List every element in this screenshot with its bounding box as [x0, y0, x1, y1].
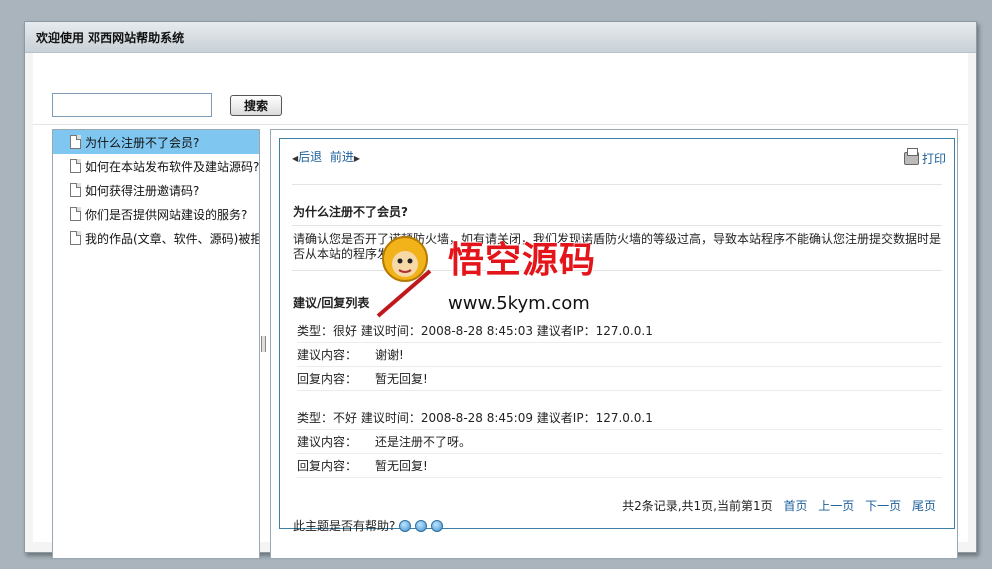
reply-response: 回复内容： 暂无回复!: [297, 454, 942, 478]
reply-meta: 类型：不好 建议时间：2008-8-28 8:45:09 建议者IP：127.0…: [297, 406, 942, 430]
panel-splitter-handle[interactable]: [261, 336, 266, 352]
forward-link[interactable]: 前进: [330, 150, 354, 164]
feedback-question: 此主题是否有帮助?: [293, 519, 396, 533]
topic-label: 如何获得注册邀请码?: [85, 183, 200, 198]
topic-item[interactable]: 如何在本站发布软件及建站源码?: [53, 154, 259, 178]
topic-label: 你们是否提供网站建设的服务?: [85, 207, 248, 222]
happy-face-icon[interactable]: [431, 519, 444, 532]
search-button[interactable]: 搜索: [230, 95, 282, 116]
suggestion-text: 谢谢!: [375, 348, 404, 362]
reply-suggestion: 建议内容： 谢谢!: [297, 343, 942, 367]
document-icon: [70, 207, 81, 221]
print-button[interactable]: 打印: [903, 148, 946, 167]
printer-icon: [903, 148, 919, 165]
last-page-link[interactable]: 尾页: [912, 499, 936, 513]
response-label: 回复内容：: [297, 459, 358, 473]
next-page-link[interactable]: 下一页: [865, 499, 901, 513]
watermark-url: www.5kym.com: [448, 293, 590, 314]
divider: [292, 184, 942, 185]
document-icon: [70, 231, 81, 245]
suggestion-text: 还是注册不了呀。: [375, 435, 472, 449]
document-icon: [70, 183, 81, 197]
suggestion-label: 建议内容：: [297, 348, 358, 362]
print-label: 打印: [921, 152, 946, 166]
pager: 共2条记录,共1页,当前第1页 首页 上一页 下一页 尾页: [622, 497, 936, 514]
reply-response: 回复内容： 暂无回复!: [297, 367, 942, 391]
search-input[interactable]: [52, 93, 212, 117]
pager-summary: 共2条记录,共1页,当前第1页: [622, 499, 773, 513]
divider: [33, 124, 968, 125]
first-page-link[interactable]: 首页: [783, 499, 807, 513]
topic-item[interactable]: 如何获得注册邀请码?: [53, 178, 259, 202]
watermark: 悟空源码 www.5kym.com: [370, 231, 620, 326]
neutral-face-icon[interactable]: [415, 519, 428, 532]
document-icon: [70, 135, 81, 149]
topic-label: 为什么注册不了会员?: [85, 135, 200, 150]
reply-suggestion: 建议内容： 还是注册不了呀。: [297, 430, 942, 454]
history-nav: ◀后退 前进▶: [292, 148, 360, 165]
topic-label: 如何在本站发布软件及建站源码?: [85, 159, 260, 174]
article-title: 为什么注册不了会员?: [293, 205, 408, 219]
window-title: 欢迎使用 邓西网站帮助系统: [25, 22, 976, 53]
monkey-logo-icon: [376, 236, 432, 318]
divider: [292, 225, 942, 226]
back-link[interactable]: 后退: [298, 150, 322, 164]
topic-item[interactable]: 我的作品(文章、软件、源码)被拒绝了?: [53, 226, 259, 250]
prev-page-link[interactable]: 上一页: [818, 499, 854, 513]
sad-face-icon[interactable]: [399, 519, 412, 532]
topic-item[interactable]: 你们是否提供网站建设的服务?: [53, 202, 259, 226]
reply-list-title: 建议/回复列表: [293, 296, 370, 310]
document-icon: [70, 159, 81, 173]
topic-list: 为什么注册不了会员? 如何在本站发布软件及建站源码? 如何获得注册邀请码? 你们…: [52, 129, 260, 559]
forward-arrow-icon: ▶: [353, 154, 360, 163]
response-label: 回复内容：: [297, 372, 358, 386]
response-text: 暂无回复!: [375, 372, 428, 386]
response-text: 暂无回复!: [375, 459, 428, 473]
watermark-name: 悟空源码: [448, 239, 597, 281]
feedback-row: 此主题是否有帮助?: [293, 517, 444, 534]
topic-label: 我的作品(文章、软件、源码)被拒绝了?: [85, 231, 260, 246]
content-panel: ◀后退 前进▶ 打印 为什么注册不了会员? 请确认您是否开了诺顿防火墙，如有请关…: [270, 129, 958, 559]
suggestion-label: 建议内容：: [297, 435, 358, 449]
article-box: ◀后退 前进▶ 打印 为什么注册不了会员? 请确认您是否开了诺顿防火墙，如有请关…: [279, 138, 955, 533]
topic-item[interactable]: 为什么注册不了会员?: [53, 130, 259, 154]
